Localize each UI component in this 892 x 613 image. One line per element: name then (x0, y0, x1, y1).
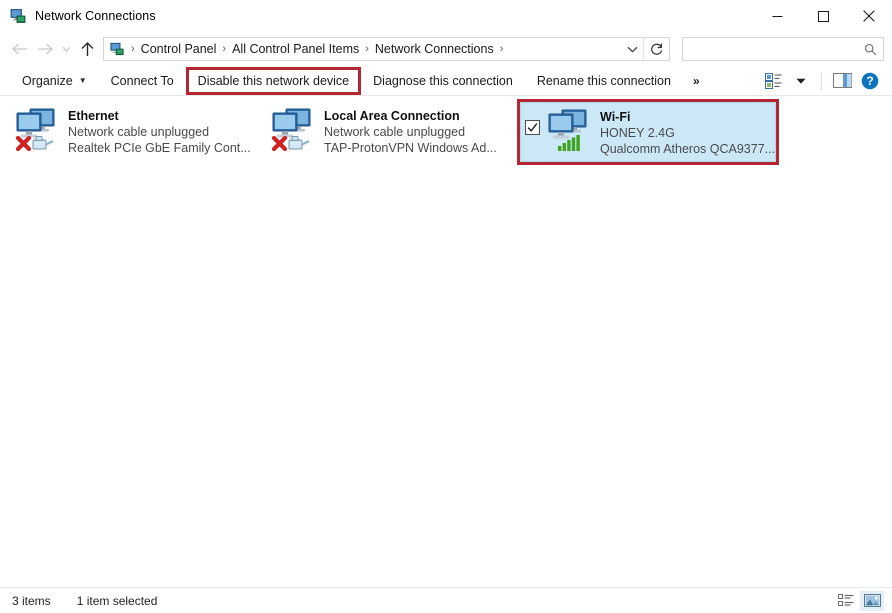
recent-locations-icon[interactable] (58, 36, 74, 62)
breadcrumb-item-network-connections[interactable]: Network Connections (371, 42, 498, 56)
connect-to-label: Connect To (111, 74, 174, 88)
wifi-adapter-connected-icon (544, 107, 594, 153)
connect-to-button[interactable]: Connect To (99, 69, 186, 93)
connection-adapter: TAP-ProtonVPN Windows Ad... (324, 140, 497, 156)
window-controls (754, 0, 892, 32)
connection-name: Local Area Connection (324, 108, 497, 124)
svg-text:?: ? (866, 74, 873, 88)
preview-pane-icon[interactable] (828, 69, 856, 93)
address-network-icon (109, 41, 125, 57)
connection-status: Network cable unplugged (324, 124, 497, 140)
connection-name: Wi-Fi (600, 109, 769, 125)
connection-item-wifi[interactable]: Wi-Fi HONEY 2.4G Qualcomm Atheros QCA937… (520, 102, 776, 162)
disable-device-label: Disable this network device (198, 74, 349, 88)
connection-status: HONEY 2.4G (600, 125, 769, 141)
diagnose-this-connection-button[interactable]: Diagnose this connection (361, 69, 525, 93)
connections-list[interactable]: Ethernet Network cable unplugged Realtek… (0, 96, 892, 587)
forward-arrow-icon[interactable] (32, 36, 58, 62)
large-icons-view-button[interactable] (860, 591, 884, 611)
breadcrumb-item-all-control-panel-items[interactable]: All Control Panel Items (228, 42, 363, 56)
command-bar: Organize ▼ Connect To Disable this netwo… (0, 66, 892, 96)
close-icon[interactable] (846, 0, 892, 32)
connection-checkbox[interactable] (525, 120, 540, 135)
toolbar-divider (821, 72, 822, 90)
connection-text-block: Wi-Fi HONEY 2.4G Qualcomm Atheros QCA937… (600, 107, 769, 157)
view-dropdown-caret-icon[interactable] (787, 69, 815, 93)
details-view-button[interactable] (834, 591, 858, 611)
change-view-icon[interactable] (759, 69, 787, 93)
network-connections-window: Network Connections (0, 0, 892, 613)
breadcrumb-separator: › (498, 44, 506, 55)
maximize-icon[interactable] (800, 0, 846, 32)
view-mode-buttons (834, 591, 884, 611)
connection-status: Network cable unplugged (68, 124, 251, 140)
connection-adapter: Qualcomm Atheros QCA9377... (600, 141, 769, 157)
connection-text-block: Ethernet Network cable unplugged Realtek… (68, 106, 251, 156)
rename-this-connection-button[interactable]: Rename this connection (525, 69, 683, 93)
chevron-down-icon[interactable] (621, 38, 643, 60)
organize-button[interactable]: Organize ▼ (10, 69, 99, 93)
connection-name: Ethernet (68, 108, 251, 124)
minimize-icon[interactable] (754, 0, 800, 32)
disable-this-network-device-button[interactable]: Disable this network device (186, 67, 361, 95)
connections-row: Ethernet Network cable unplugged Realtek… (0, 102, 892, 162)
rename-label: Rename this connection (537, 74, 671, 88)
title-bar: Network Connections (0, 0, 892, 32)
network-adapter-disconnected-icon (12, 106, 62, 152)
organize-label: Organize (22, 74, 73, 88)
connection-item-local-area-connection[interactable]: Local Area Connection Network cable unpl… (264, 102, 520, 160)
search-input[interactable] (690, 41, 861, 57)
breadcrumb-separator: › (363, 44, 371, 55)
back-arrow-icon[interactable] (6, 36, 32, 62)
breadcrumb: › Control Panel › All Control Panel Item… (129, 42, 621, 56)
overflow-chevrons-icon[interactable]: » (683, 74, 709, 88)
network-adapter-disconnected-icon (268, 106, 318, 152)
window-title: Network Connections (35, 9, 156, 23)
selection-count-label: 1 item selected (77, 594, 158, 608)
search-icon[interactable] (861, 43, 879, 56)
command-bar-right-group: ? (759, 69, 892, 93)
breadcrumb-item-control-panel[interactable]: Control Panel (137, 42, 221, 56)
address-bar[interactable]: › Control Panel › All Control Panel Item… (103, 37, 670, 61)
chevron-down-icon: ▼ (79, 77, 87, 85)
connection-adapter: Realtek PCIe GbE Family Cont... (68, 140, 251, 156)
status-bar: 3 items 1 item selected (0, 587, 892, 613)
connection-text-block: Local Area Connection Network cable unpl… (324, 106, 497, 156)
network-connections-icon (9, 7, 27, 25)
help-icon[interactable]: ? (856, 69, 884, 93)
up-arrow-icon[interactable] (74, 36, 100, 62)
breadcrumb-separator: › (220, 44, 228, 55)
diagnose-label: Diagnose this connection (373, 74, 513, 88)
navigation-bar: › Control Panel › All Control Panel Item… (0, 32, 892, 66)
refresh-icon[interactable] (643, 38, 669, 60)
search-box[interactable] (682, 37, 884, 61)
breadcrumb-separator: › (129, 44, 137, 55)
item-count-label: 3 items (12, 594, 51, 608)
connection-item-ethernet[interactable]: Ethernet Network cable unplugged Realtek… (8, 102, 264, 160)
